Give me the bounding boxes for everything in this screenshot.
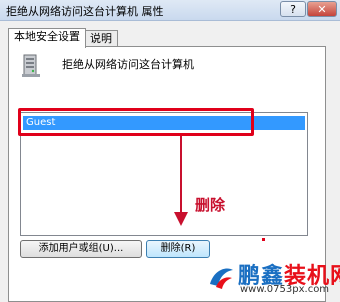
annotation-label: 删除 xyxy=(195,196,226,214)
annotation-arrow-shaft xyxy=(180,136,182,214)
watermark-url: www.0753px.com xyxy=(240,284,330,295)
policy-name: 拒绝从网络访问这台计算机 xyxy=(62,58,194,71)
window-title: 拒绝从网络访问这台计算机 属性 xyxy=(6,5,164,18)
watermark-logo-icon xyxy=(210,268,233,289)
title-bar: 拒绝从网络访问这台计算机 属性 ? ✕ xyxy=(0,0,340,21)
annotation-arrow-head xyxy=(174,212,188,226)
help-button[interactable]: ? xyxy=(280,1,306,17)
close-button[interactable]: ✕ xyxy=(307,1,337,17)
highlight-box xyxy=(18,108,254,136)
decorative-dot xyxy=(262,238,265,241)
remove-button[interactable]: 删除(R) xyxy=(146,240,210,258)
tab-local-security-setting[interactable]: 本地安全设置 xyxy=(8,28,86,48)
tab-explain[interactable]: 说明 xyxy=(84,30,118,47)
server-computer-icon xyxy=(22,54,40,77)
add-user-or-group-button[interactable]: 添加用户或组(U)... xyxy=(20,240,142,258)
